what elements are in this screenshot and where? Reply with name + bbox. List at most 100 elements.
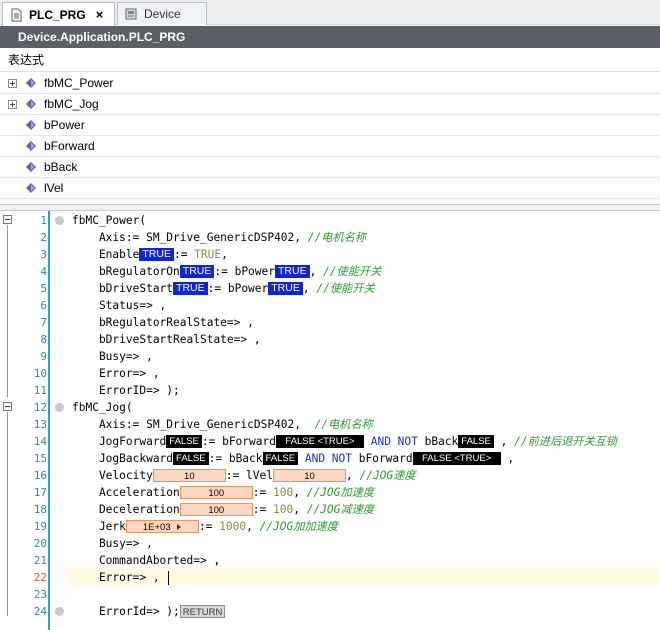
expand-arrow-icon[interactable] bbox=[176, 524, 181, 531]
monitor-value-bforward[interactable]: FALSE <TRUE> bbox=[275, 435, 364, 448]
watch-row[interactable]: lVel bbox=[0, 178, 660, 199]
monitor-value-bregulatoron[interactable]: TRUE bbox=[179, 265, 215, 278]
code-line: Status=> , bbox=[0, 297, 660, 314]
watch-row[interactable]: fbMC_Jog bbox=[0, 94, 660, 115]
code-line: fbMC_Jog( bbox=[0, 399, 660, 416]
code-literal: 100 bbox=[273, 503, 294, 516]
code-text: Velocity bbox=[72, 469, 153, 482]
code-text: bDriveStartRealState=> , bbox=[72, 333, 261, 346]
code-text: Busy=> , bbox=[72, 537, 153, 550]
code-text: bForward bbox=[352, 452, 413, 465]
code-line: JogForward FALSE:= bForward FALSE <TRUE> A… bbox=[0, 433, 660, 450]
code-text: Acceleration bbox=[72, 486, 180, 499]
code-text: Deceleration bbox=[72, 503, 180, 516]
code-text: , bbox=[500, 452, 515, 465]
code-text: fbMC_Power( bbox=[72, 214, 147, 227]
code-text: Axis:= SM_Drive_GenericDSP402, bbox=[72, 231, 308, 244]
code-literal: 100 bbox=[273, 486, 294, 499]
code-text: bRegulatorRealState=> , bbox=[72, 316, 254, 329]
watch-list-header: 表达式 bbox=[0, 48, 660, 72]
code-line: bRegulatorOn TRUE:= bPower TRUE, //使能开关 bbox=[0, 263, 660, 280]
monitor-value-enable[interactable]: TRUE bbox=[139, 248, 174, 261]
breakpoint-marker[interactable] bbox=[55, 403, 64, 412]
monitor-value-bpower[interactable]: TRUE bbox=[275, 265, 310, 278]
code-literal: 1000 bbox=[219, 520, 247, 533]
monitor-value-velocity[interactable]: 10 bbox=[152, 469, 226, 482]
code-text: CommandAborted=> , bbox=[72, 554, 221, 567]
code-text: JogBackward bbox=[72, 452, 174, 465]
watch-row[interactable]: bPower bbox=[0, 115, 660, 136]
monitor-value-bpower[interactable]: TRUE bbox=[268, 282, 303, 295]
code-literal: TRUE bbox=[194, 248, 222, 261]
variable-icon bbox=[26, 141, 36, 151]
monitor-value-jogbackward[interactable]: FALSE bbox=[173, 452, 209, 465]
expand-icon[interactable] bbox=[8, 99, 17, 109]
code-comment: //电机名称 bbox=[314, 418, 373, 431]
editor-tab-bar: PLC_PRG × Device bbox=[0, 0, 660, 26]
device-icon bbox=[125, 8, 137, 20]
code-text: Status=> , bbox=[72, 299, 167, 312]
code-line: Busy=> , bbox=[0, 348, 660, 365]
code-text: ErrorId=> ); bbox=[72, 605, 180, 618]
code-text: := bbox=[198, 520, 220, 533]
tab-device[interactable]: Device bbox=[117, 2, 207, 25]
code-line: Axis:= SM_Drive_GenericDSP402, //电机名称 bbox=[0, 229, 660, 246]
text-caret bbox=[168, 570, 170, 585]
variable-icon bbox=[26, 78, 36, 88]
monitor-value-jogforward[interactable]: FALSE bbox=[166, 435, 202, 448]
breakpoint-marker[interactable] bbox=[55, 607, 64, 616]
document-icon bbox=[11, 8, 22, 21]
code-line: Enable TRUE:= TRUE, bbox=[0, 246, 660, 263]
code-line: Axis:= SM_Drive_GenericDSP402, //电机名称 bbox=[0, 416, 660, 433]
code-line: Acceleration 100:= 100, //JOG加速度 bbox=[0, 484, 660, 501]
code-text: Axis:= SM_Drive_GenericDSP402, bbox=[72, 418, 315, 431]
breakpoint-marker[interactable] bbox=[55, 216, 64, 225]
close-icon[interactable]: × bbox=[96, 7, 104, 22]
code-comment: //电机名称 bbox=[307, 231, 366, 244]
code-line-current[interactable]: Error=> , bbox=[0, 569, 660, 586]
code-text: fbMC_Jog( bbox=[72, 401, 133, 414]
monitor-value-bforward[interactable]: FALSE <TRUE> bbox=[412, 452, 501, 465]
code-text: Enable bbox=[72, 248, 140, 261]
panel-splitter[interactable] bbox=[0, 204, 660, 211]
code-line: ErrorID=> ); bbox=[0, 382, 660, 399]
code-text: := bForward bbox=[201, 435, 276, 448]
code-text: := lVel bbox=[225, 469, 273, 482]
code-text: := bPower bbox=[207, 282, 269, 295]
monitor-value-bback[interactable]: FALSE bbox=[458, 435, 494, 448]
code-line: JogBackward FALSE:= bBack FALSE AND NOT bF… bbox=[0, 450, 660, 467]
code-text: bBack bbox=[417, 435, 459, 448]
code-line: Busy=> , bbox=[0, 535, 660, 552]
code-text: Busy=> , bbox=[72, 350, 153, 363]
code-text: , bbox=[309, 265, 324, 278]
expand-icon[interactable] bbox=[8, 78, 17, 88]
code-keyword: AND NOT bbox=[370, 435, 418, 448]
code-text: , bbox=[493, 435, 515, 448]
variable-name: bPower bbox=[44, 118, 85, 132]
code-text: := bPower bbox=[214, 265, 275, 278]
code-comment: //使能开关 bbox=[323, 265, 382, 278]
monitor-value-lvel[interactable]: 10 bbox=[272, 469, 346, 482]
watch-row[interactable]: fbMC_Power bbox=[0, 73, 660, 94]
code-editor[interactable]: 1 2 3 4 5 6 7 8 9 10 11 12 13 14 15 16 17 18 19 20 21 22 23 24 … bbox=[0, 211, 660, 630]
watch-row[interactable]: bForward bbox=[0, 136, 660, 157]
code-text: := bbox=[173, 248, 195, 261]
monitor-value-bback[interactable]: FALSE bbox=[262, 452, 299, 465]
variable-name: fbMC_Jog bbox=[44, 97, 99, 111]
monitor-value-jerk[interactable]: 1E+03 bbox=[125, 520, 199, 533]
monitor-value-acceleration[interactable]: 100 bbox=[179, 486, 253, 499]
monitor-value-bdrivestart[interactable]: TRUE bbox=[173, 282, 208, 295]
code-line: bDriveStartRealState=> , bbox=[0, 331, 660, 348]
code-comment: //使能开关 bbox=[316, 282, 375, 295]
code-line: fbMC_Power( bbox=[0, 212, 660, 229]
monitor-value-deceleration[interactable]: 100 bbox=[179, 503, 253, 516]
return-marker: RETURN bbox=[179, 605, 226, 618]
watch-row[interactable]: bBack bbox=[0, 157, 660, 178]
tab-plc-prg[interactable]: PLC_PRG × bbox=[2, 2, 115, 26]
watch-list-panel: 表达式 fbMC_Power fbMC_Jog bPower bForward bBac… bbox=[0, 48, 660, 204]
code-comment: //JOG减速度 bbox=[306, 503, 374, 516]
code-text: , bbox=[293, 486, 307, 499]
code-line: bRegulatorRealState=> , bbox=[0, 314, 660, 331]
code-text: bRegulatorOn bbox=[72, 265, 180, 278]
